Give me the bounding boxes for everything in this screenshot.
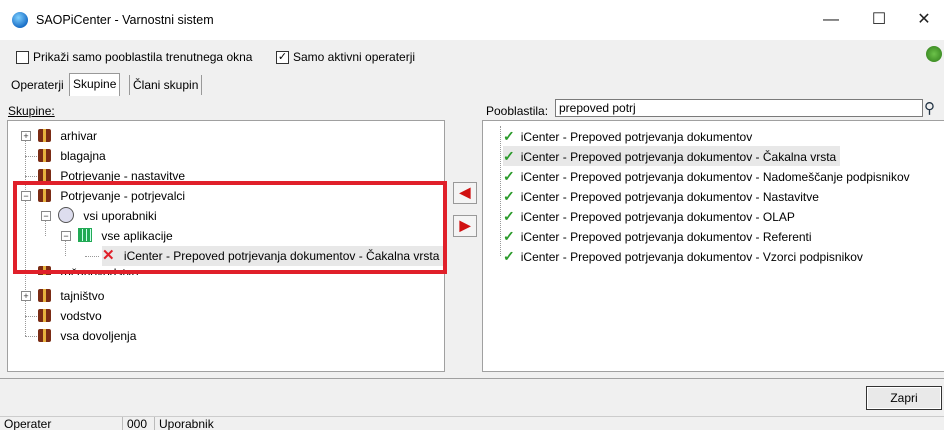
- tree-item-blagajna[interactable]: blagajna: [38, 146, 106, 166]
- highlight-box: [13, 181, 447, 274]
- status-user: Uporabnik: [154, 417, 459, 430]
- expand-tajnistvo-icon[interactable]: +: [21, 291, 31, 301]
- expand-arhivar-icon[interactable]: +: [21, 131, 31, 141]
- tab-clani-skupin[interactable]: Člani skupin: [129, 75, 203, 95]
- permissions-list[interactable]: ✓ iCenter - Prepoved potrjevanja dokument…: [482, 120, 944, 372]
- group-gift-icon: [38, 149, 51, 162]
- permission-item[interactable]: ✓ iCenter - Prepoved potrjevanja dokument…: [503, 126, 752, 146]
- group-gift-icon: [38, 329, 51, 342]
- group-gift-icon: [38, 309, 51, 322]
- permission-item[interactable]: ✓ iCenter - Prepoved potrjevanja dokument…: [503, 206, 795, 226]
- show-current-window-label: Prikaži samo pooblastila trenutnega okna: [33, 50, 253, 64]
- check-icon: ✓: [503, 228, 515, 244]
- maximize-button[interactable]: ☐: [856, 6, 902, 34]
- users-icon[interactable]: [926, 46, 942, 62]
- title-bar: SAOPiCenter - Varnostni sistem — ☐ ✕: [0, 0, 944, 40]
- add-permission-button[interactable]: ◀: [453, 182, 477, 204]
- remove-permission-button[interactable]: ▶: [453, 215, 477, 237]
- tree-item-tajnistvo[interactable]: tajništvo: [38, 286, 104, 306]
- status-bar: Operater 000 Uporabnik: [0, 416, 944, 430]
- permissions-search-input[interactable]: [555, 99, 923, 117]
- check-icon: ✓: [503, 248, 515, 264]
- search-icon[interactable]: ⚲: [924, 99, 942, 117]
- tab-operaterji[interactable]: Operaterji: [8, 75, 67, 95]
- check-icon: ✓: [503, 168, 515, 184]
- show-current-window-checkbox[interactable]: [16, 51, 29, 64]
- status-operator-label: Operater: [4, 417, 52, 430]
- separator: [0, 378, 944, 379]
- permission-item-selected[interactable]: ✓ iCenter - Prepoved potrjevanja dokument…: [503, 146, 841, 166]
- group-gift-icon: [38, 129, 51, 142]
- window-title: SAOPiCenter - Varnostni sistem: [36, 13, 214, 27]
- tree-item-vodstvo[interactable]: vodstvo: [38, 306, 102, 326]
- group-gift-icon: [38, 289, 51, 302]
- check-icon: ✓: [503, 208, 515, 224]
- tree-item-vsa-dovoljenja[interactable]: vsa dovoljenja: [38, 326, 136, 346]
- permission-item[interactable]: ✓ iCenter - Prepoved potrjevanja dokument…: [503, 186, 819, 206]
- status-code: 000: [122, 417, 153, 430]
- active-operators-label: Samo aktivni operaterji: [293, 50, 416, 64]
- close-button[interactable]: ✕: [904, 6, 944, 34]
- tree-item-arhivar[interactable]: arhivar: [38, 126, 97, 146]
- close-dialog-button[interactable]: Zapri: [866, 386, 942, 410]
- permission-item[interactable]: ✓ iCenter - Prepoved potrjevanja dokument…: [503, 226, 812, 246]
- permission-item[interactable]: ✓ iCenter - Prepoved potrjevanja dokument…: [503, 166, 910, 186]
- permissions-label: Pooblastila:: [486, 104, 549, 118]
- check-icon: ✓: [503, 188, 515, 204]
- groups-label: Skupine:: [8, 104, 55, 118]
- app-icon: [12, 12, 28, 28]
- permission-item[interactable]: ✓ iCenter - Prepoved potrjevanja dokument…: [503, 246, 863, 266]
- tab-skupine[interactable]: Skupine: [69, 73, 121, 96]
- active-operators-checkbox[interactable]: ✓: [276, 51, 289, 64]
- check-icon: ✓: [503, 128, 515, 144]
- minimize-button[interactable]: —: [808, 6, 854, 34]
- check-icon: ✓: [503, 148, 515, 164]
